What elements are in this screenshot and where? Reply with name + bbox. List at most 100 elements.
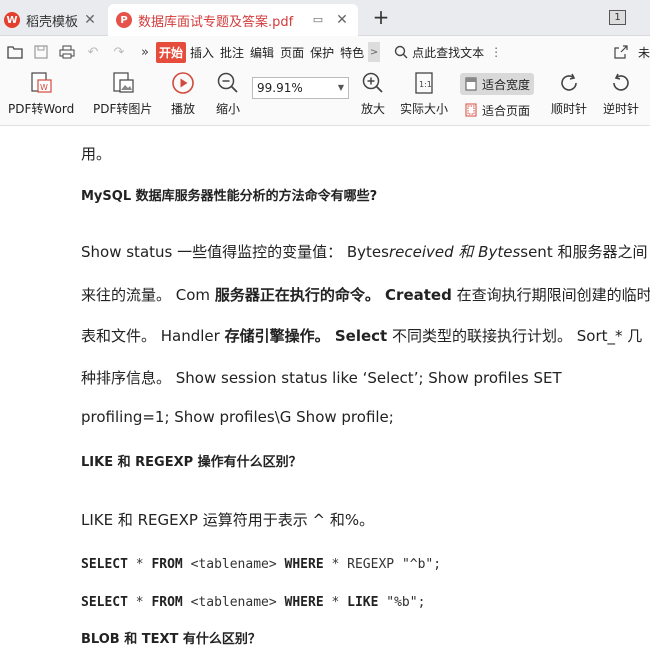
code-string: "^b" bbox=[401, 557, 434, 572]
ribbon-toolbar: W PDF转Word PDF转图片 播放 缩小 99.91% ▼ 放大 1:1 … bbox=[0, 68, 650, 126]
tab-docer-templates[interactable]: W 稻壳模板 ✕ bbox=[0, 4, 106, 36]
question-heading: MySQL 数据库服务器性能分析的方法命令有哪些? bbox=[81, 189, 378, 204]
pdf-to-image-label: PDF转图片 bbox=[93, 102, 153, 116]
actual-size-icon: 1:1 bbox=[411, 70, 437, 96]
question-heading: LIKE 和 REGEXP 操作有什么区别？ bbox=[81, 455, 302, 470]
account-label[interactable]: 未 bbox=[638, 44, 650, 61]
pdf-logo-icon: P bbox=[116, 12, 132, 28]
code-text: * bbox=[127, 557, 152, 572]
search-icon bbox=[390, 41, 412, 63]
menu-features[interactable]: 特色 bbox=[338, 42, 366, 63]
rotate-counterclockwise-button[interactable]: 逆时针 bbox=[603, 70, 639, 117]
rotate-clockwise-button[interactable]: 顺时针 bbox=[551, 70, 587, 117]
menu-bar: ↶ ↷ » 开始 插入 批注 编辑 页面 保护 特色 > 点此查找文本 ⋮ 未 bbox=[0, 36, 650, 68]
pdf-to-image-button[interactable]: PDF转图片 bbox=[93, 70, 152, 117]
text-span: 来往的流量。 Com bbox=[81, 286, 215, 304]
actual-size-button[interactable]: 1:1 实际大小 bbox=[400, 70, 448, 117]
text-span-bold: Created bbox=[379, 286, 452, 304]
close-icon[interactable]: ✕ bbox=[334, 12, 350, 28]
zoom-out-icon bbox=[215, 70, 241, 96]
fit-page-button[interactable]: 适合页面 bbox=[460, 99, 534, 121]
menu-edit[interactable]: 编辑 bbox=[248, 42, 276, 63]
play-icon bbox=[170, 70, 196, 96]
tab-count-badge[interactable]: 1 bbox=[609, 10, 626, 25]
text-line: LIKE 和 REGEXP 运算符用于表示 ^ 和%。 bbox=[81, 511, 375, 529]
text-span-bold: 服务器正在执行的命令。 bbox=[214, 286, 380, 304]
zoom-level-value: 99.91% bbox=[257, 81, 303, 95]
code-text: * REGEXP bbox=[323, 557, 402, 572]
code-text: * bbox=[323, 595, 348, 610]
menu-scroll-right-button[interactable]: > bbox=[368, 42, 381, 62]
text-span-bold: Select bbox=[329, 327, 388, 345]
close-icon[interactable]: ✕ bbox=[82, 12, 98, 28]
menu-page[interactable]: 页面 bbox=[278, 42, 306, 63]
text-span: 表和文件。 Handler bbox=[81, 327, 225, 345]
code-string: "%b" bbox=[386, 595, 418, 610]
play-button[interactable]: 播放 bbox=[170, 70, 196, 117]
zoom-in-label: 放大 bbox=[360, 102, 385, 116]
text-span: 在查询执行期限间创建的临时 bbox=[451, 286, 650, 304]
open-folder-icon[interactable] bbox=[4, 41, 26, 63]
save-icon[interactable] bbox=[30, 41, 52, 63]
menu-comment[interactable]: 批注 bbox=[218, 42, 246, 63]
code-keyword: FROM bbox=[151, 595, 183, 610]
new-tab-button[interactable]: + bbox=[370, 6, 392, 30]
code-keyword: FROM bbox=[151, 557, 183, 572]
wps-logo-icon: W bbox=[4, 12, 20, 28]
text-line: 表和文件。 Handler 存储引擎操作。 Select 不同类型的联接执行计划… bbox=[81, 325, 642, 346]
fit-width-label: 适合宽度 bbox=[482, 77, 531, 92]
rotate-clockwise-label: 顺时针 bbox=[551, 102, 588, 116]
svg-text:W: W bbox=[40, 83, 48, 92]
zoom-level-field[interactable]: 99.91% ▼ bbox=[252, 77, 349, 99]
text-span-italic: received 和 Bytes bbox=[388, 243, 521, 261]
tab-pdf-document[interactable]: P 数据库面试专题及答案.pdf ▭ ✕ bbox=[108, 4, 358, 36]
menu-protect[interactable]: 保护 bbox=[308, 42, 336, 63]
code-keyword: LIKE bbox=[347, 595, 379, 610]
menu-insert[interactable]: 插入 bbox=[188, 42, 216, 63]
pdf-to-word-button[interactable]: W PDF转Word bbox=[8, 70, 74, 117]
code-text: <tablename> bbox=[182, 557, 285, 572]
find-text-box[interactable]: 点此查找文本 ⋮ bbox=[390, 41, 502, 63]
svg-text:1:1: 1:1 bbox=[419, 80, 432, 89]
window-mode-icon[interactable]: ▭ bbox=[310, 12, 326, 28]
code-text: ; bbox=[433, 557, 442, 572]
rotate-counterclockwise-icon bbox=[608, 70, 634, 96]
text-span: sent 和服务器之间 bbox=[520, 243, 648, 261]
more-options-icon[interactable]: ⋮ bbox=[490, 45, 502, 59]
redo-icon[interactable]: ↷ bbox=[108, 41, 130, 63]
print-icon[interactable] bbox=[56, 41, 78, 63]
zoom-out-button[interactable]: 缩小 bbox=[215, 70, 241, 117]
zoom-in-button[interactable]: 放大 bbox=[360, 70, 386, 117]
text-line: profiling=1; Show profiles\G Show profil… bbox=[81, 408, 394, 426]
fit-page-icon bbox=[465, 103, 477, 117]
text-span: Show status 一些值得监控的变量值： Bytes bbox=[81, 243, 389, 261]
text-line: 用。 bbox=[81, 145, 112, 163]
code-text: * bbox=[127, 595, 152, 610]
zoom-out-label: 缩小 bbox=[215, 102, 240, 116]
text-line: 种排序信息。 Show session status like ‘Select’… bbox=[81, 369, 562, 387]
zoom-in-icon bbox=[360, 70, 386, 96]
pdf-reader-window: W 稻壳模板 ✕ P 数据库面试专题及答案.pdf ▭ ✕ + 1 ↶ ↷ » … bbox=[0, 0, 650, 672]
menu-home[interactable]: 开始 bbox=[156, 41, 187, 63]
code-keyword: WHERE bbox=[284, 557, 324, 572]
fit-width-button[interactable]: 适合宽度 bbox=[460, 73, 535, 95]
find-text-label: 点此查找文本 bbox=[412, 45, 485, 60]
text-span: 不同类型的联接执行计划。 Sort_* 几 bbox=[387, 327, 643, 345]
tab-bar: W 稻壳模板 ✕ P 数据库面试专题及答案.pdf ▭ ✕ + 1 bbox=[0, 0, 650, 36]
play-label: 播放 bbox=[170, 102, 195, 116]
fit-page-label: 适合页面 bbox=[482, 103, 531, 118]
chevron-down-icon[interactable]: ▼ bbox=[334, 78, 348, 98]
share-icon[interactable] bbox=[610, 41, 632, 63]
pdf-to-word-label: PDF转Word bbox=[8, 102, 75, 116]
code-text: ; bbox=[417, 595, 426, 610]
text-span-bold: 存储引擎操作。 bbox=[224, 327, 330, 345]
menu-right-area: 未 bbox=[606, 36, 650, 68]
text-line: Show status 一些值得监控的变量值： Bytesreceived 和 … bbox=[81, 241, 647, 262]
code-line: SELECT * FROM <tablename> WHERE * REGEXP… bbox=[81, 557, 441, 572]
undo-icon[interactable]: ↶ bbox=[82, 41, 104, 63]
tab-label: 稻壳模板 bbox=[26, 14, 79, 30]
pdf-to-image-icon bbox=[110, 70, 136, 96]
more-commands-icon[interactable]: » bbox=[134, 41, 156, 63]
text-line: 来往的流量。 Com 服务器正在执行的命令。 Created 在查询执行期限间创… bbox=[81, 284, 650, 305]
fit-width-icon bbox=[465, 77, 477, 91]
